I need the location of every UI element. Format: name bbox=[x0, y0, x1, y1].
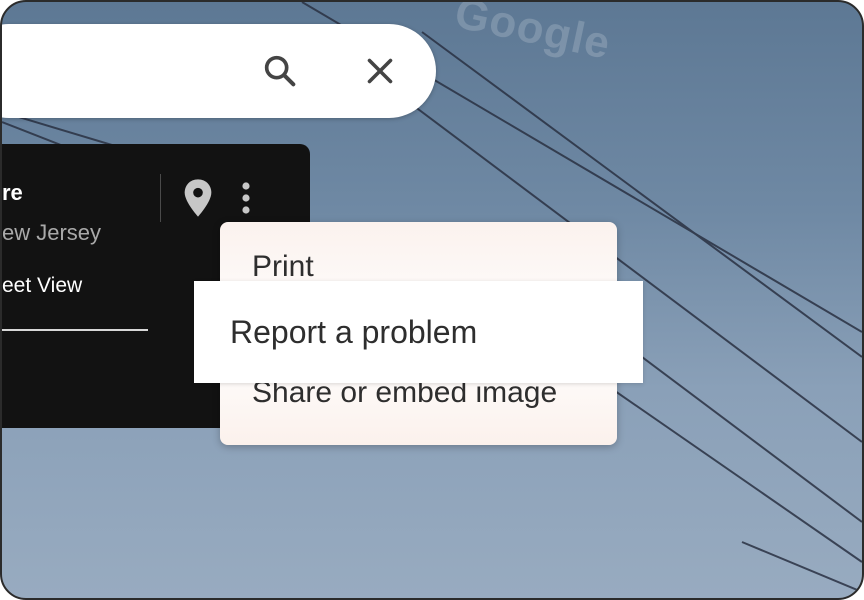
search-bar[interactable] bbox=[2, 24, 436, 118]
menu-item-report-problem-label: Report a problem bbox=[230, 314, 478, 350]
close-icon bbox=[367, 58, 393, 84]
street-view-tab-underline bbox=[2, 329, 148, 331]
map-pin-icon bbox=[184, 179, 212, 217]
search-button[interactable] bbox=[256, 47, 304, 95]
place-title: re bbox=[2, 180, 23, 205]
menu-item-report-problem[interactable]: Report a problem bbox=[194, 281, 643, 383]
map-pin-button[interactable] bbox=[178, 174, 218, 222]
card-divider bbox=[160, 174, 161, 222]
more-vert-icon bbox=[242, 182, 250, 214]
menu-item-print[interactable]: Print bbox=[252, 250, 314, 284]
search-icon bbox=[264, 55, 296, 87]
more-options-button[interactable] bbox=[228, 174, 264, 222]
place-subtitle: ew Jersey bbox=[2, 220, 102, 245]
street-view-frame[interactable]: Google re ew Jersey eet View Print Share… bbox=[0, 0, 864, 600]
close-button[interactable] bbox=[356, 47, 404, 95]
street-view-tab[interactable]: eet View bbox=[2, 274, 82, 298]
